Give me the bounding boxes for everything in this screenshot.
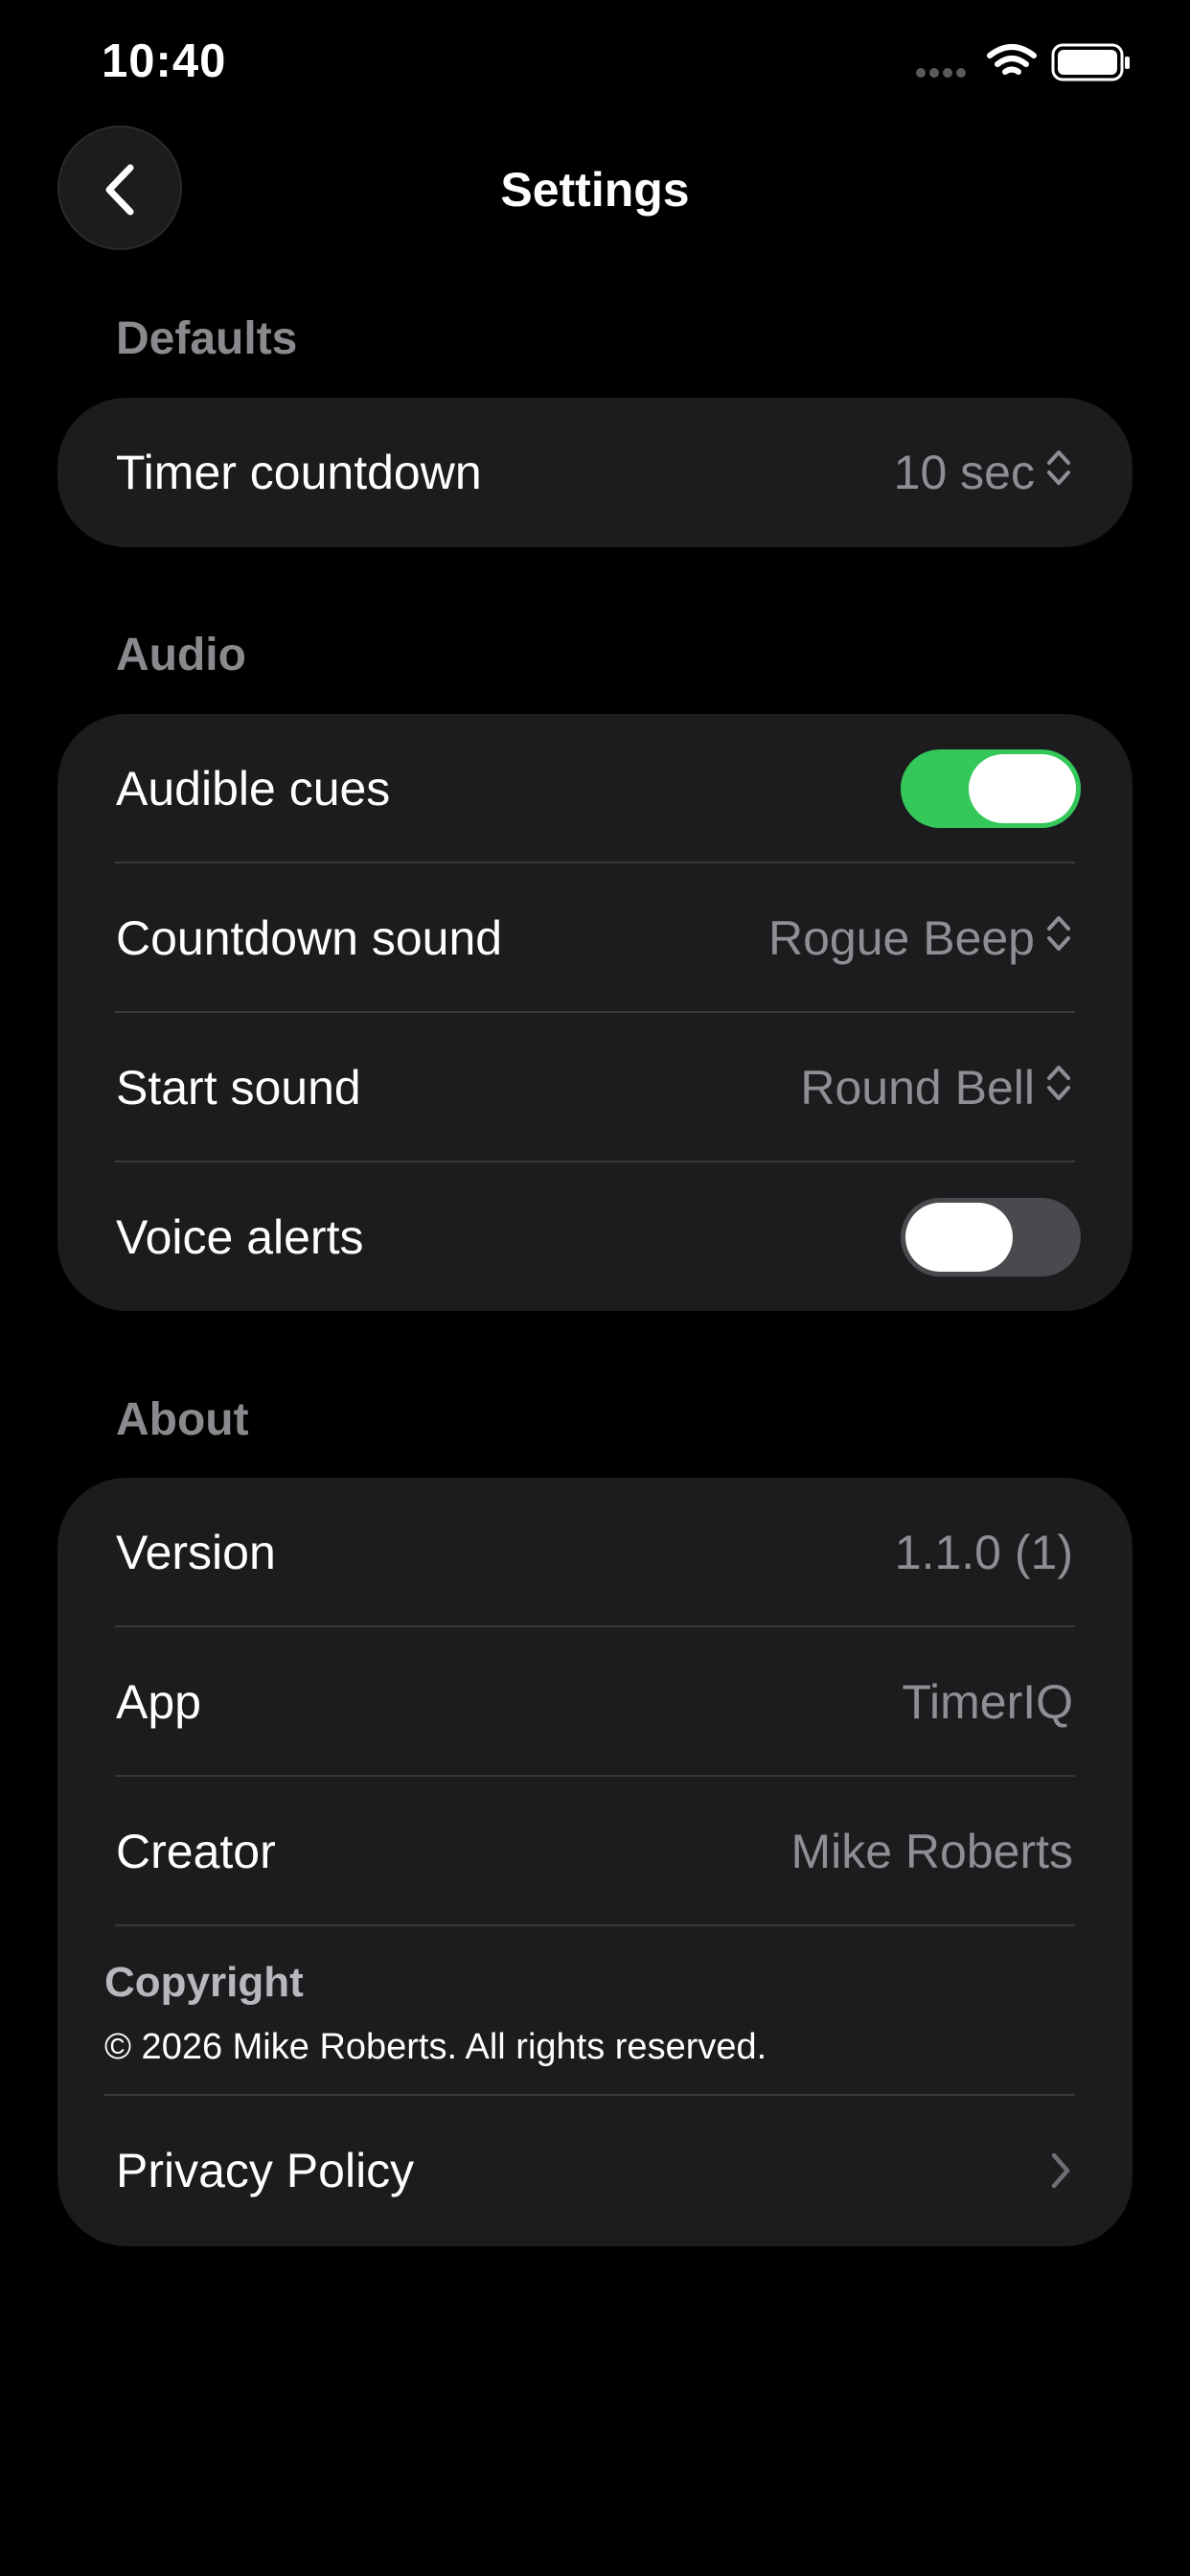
audible-cues-row: Audible cues: [57, 714, 1133, 863]
section-header-about: About: [116, 1394, 249, 1445]
signal-icon: [916, 68, 966, 78]
status-icons: [915, 42, 1131, 84]
wifi-icon: [987, 44, 1037, 75]
countdown-sound-row[interactable]: Countdown sound Rogue Beep: [57, 863, 1133, 1013]
voice-alerts-row: Voice alerts: [57, 1162, 1133, 1312]
chevron-up-down-icon: [1044, 1060, 1073, 1116]
section-header-audio: Audio: [116, 630, 246, 680]
defaults-card: Timer countdown 10 sec: [57, 398, 1133, 547]
voice-alerts-label: Voice alerts: [116, 1210, 364, 1264]
copyright-title: Copyright: [104, 1959, 304, 2006]
start-sound-row[interactable]: Start sound Round Bell: [57, 1013, 1133, 1162]
privacy-policy-label: Privacy Policy: [116, 2144, 415, 2197]
start-sound-picker[interactable]: Round Bell: [800, 1060, 1073, 1116]
chevron-up-down-icon: [1044, 910, 1073, 966]
app-label: App: [116, 1675, 201, 1729]
audible-cues-toggle[interactable]: [901, 749, 1081, 828]
version-value: 1.1.0 (1): [894, 1526, 1073, 1579]
audible-cues-label: Audible cues: [116, 762, 391, 816]
creator-label: Creator: [116, 1825, 276, 1878]
countdown-sound-picker[interactable]: Rogue Beep: [768, 910, 1073, 966]
version-label: Version: [116, 1526, 276, 1579]
voice-alerts-toggle[interactable]: [901, 1198, 1081, 1276]
about-card: Version 1.1.0 (1) App TimerIQ Creator Mi…: [57, 1478, 1133, 2246]
copyright-text: © 2026 Mike Roberts. All rights reserved…: [104, 2027, 767, 2067]
battery-icon: [1051, 43, 1130, 81]
version-row: Version 1.1.0 (1): [57, 1478, 1133, 1627]
countdown-sound-label: Countdown sound: [116, 911, 503, 965]
app-row: App TimerIQ: [57, 1627, 1133, 1777]
audio-card: Audible cues Countdown sound Rogue Beep …: [57, 714, 1133, 1311]
creator-value: Mike Roberts: [790, 1825, 1073, 1878]
chevron-up-down-icon: [1044, 445, 1073, 500]
page-title: Settings: [500, 163, 690, 217]
timer-countdown-picker[interactable]: 10 sec: [894, 445, 1073, 500]
app-value: TimerIQ: [902, 1675, 1073, 1729]
timer-countdown-row[interactable]: Timer countdown 10 sec: [57, 398, 1133, 547]
timer-countdown-label: Timer countdown: [116, 446, 482, 499]
section-header-defaults: Defaults: [116, 313, 298, 364]
timer-countdown-value: 10 sec: [893, 446, 1035, 499]
privacy-policy-row[interactable]: Privacy Policy: [57, 2096, 1133, 2245]
status-time: 10:40: [102, 35, 227, 87]
start-sound-value: Round Bell: [800, 1061, 1035, 1115]
copyright-block: Copyright © 2026 Mike Roberts. All right…: [57, 1926, 1133, 2095]
toggle-knob: [969, 754, 1076, 823]
toggle-knob: [905, 1203, 1013, 1272]
creator-row: Creator Mike Roberts: [57, 1777, 1133, 1926]
countdown-sound-value: Rogue Beep: [767, 911, 1035, 965]
start-sound-label: Start sound: [116, 1061, 361, 1115]
chevron-right-icon: [1048, 2150, 1073, 2196]
